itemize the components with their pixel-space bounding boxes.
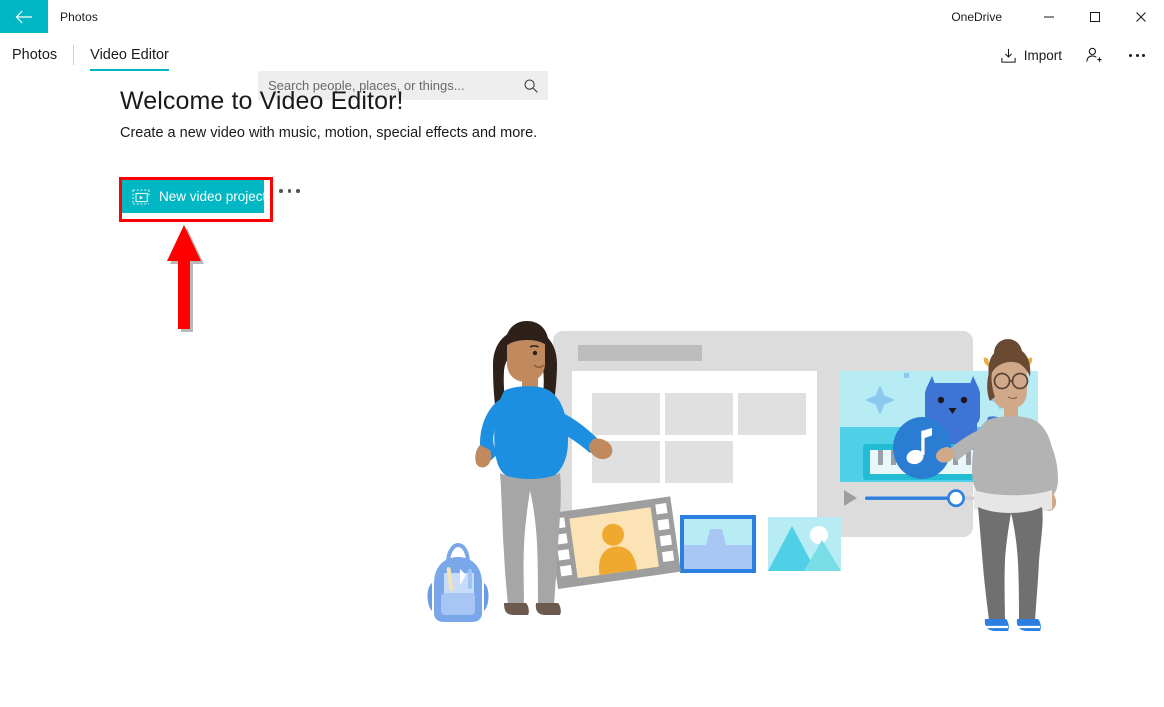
tab-video-editor-label: Video Editor	[90, 47, 169, 63]
more-horizontal-icon	[1129, 53, 1145, 57]
onedrive-status-label: OneDrive	[951, 9, 1002, 24]
tab-photos-label: Photos	[12, 47, 58, 63]
close-icon	[1135, 11, 1147, 23]
window-controls	[1026, 0, 1164, 33]
app-title: Photos	[60, 9, 98, 24]
import-icon	[1000, 47, 1017, 64]
back-arrow-icon	[15, 10, 33, 24]
project-more-options-icon[interactable]	[279, 189, 300, 193]
new-video-project-button[interactable]: New video project	[122, 180, 267, 213]
page-subtitle: Create a new video with music, motion, s…	[120, 125, 538, 141]
video-project-icon	[132, 189, 150, 205]
title-bar: Photos OneDrive	[0, 0, 1164, 33]
maximize-icon	[1089, 11, 1101, 23]
annotation-arrow	[167, 225, 204, 332]
add-person-icon	[1085, 46, 1103, 64]
tab-video-editor[interactable]: Video Editor	[76, 33, 183, 77]
command-bar-actions: Import	[990, 33, 1158, 77]
nav-tabs: Photos Video Editor	[0, 33, 183, 77]
page-title: Welcome to Video Editor!	[120, 87, 404, 115]
tab-photos[interactable]: Photos	[0, 33, 71, 77]
maximize-button[interactable]	[1072, 0, 1118, 33]
new-video-project-label: New video project	[159, 189, 267, 204]
back-button[interactable]	[0, 0, 48, 33]
titlebar-drag-region	[98, 0, 951, 33]
import-button[interactable]: Import	[990, 37, 1072, 73]
tab-selected-underline	[90, 69, 169, 71]
import-label: Import	[1023, 47, 1062, 63]
tab-divider	[73, 45, 75, 65]
main-content: Welcome to Video Editor! Create a new vi…	[0, 77, 1164, 707]
command-bar: Photos Video Editor Import	[0, 33, 1164, 100]
video-editor-hero-illustration	[427, 321, 1058, 631]
add-person-button[interactable]	[1072, 37, 1116, 73]
minimize-button[interactable]	[1026, 0, 1072, 33]
backpack	[427, 542, 489, 622]
more-options-button[interactable]	[1116, 37, 1158, 73]
minimize-icon	[1043, 11, 1055, 23]
close-button[interactable]	[1118, 0, 1164, 33]
